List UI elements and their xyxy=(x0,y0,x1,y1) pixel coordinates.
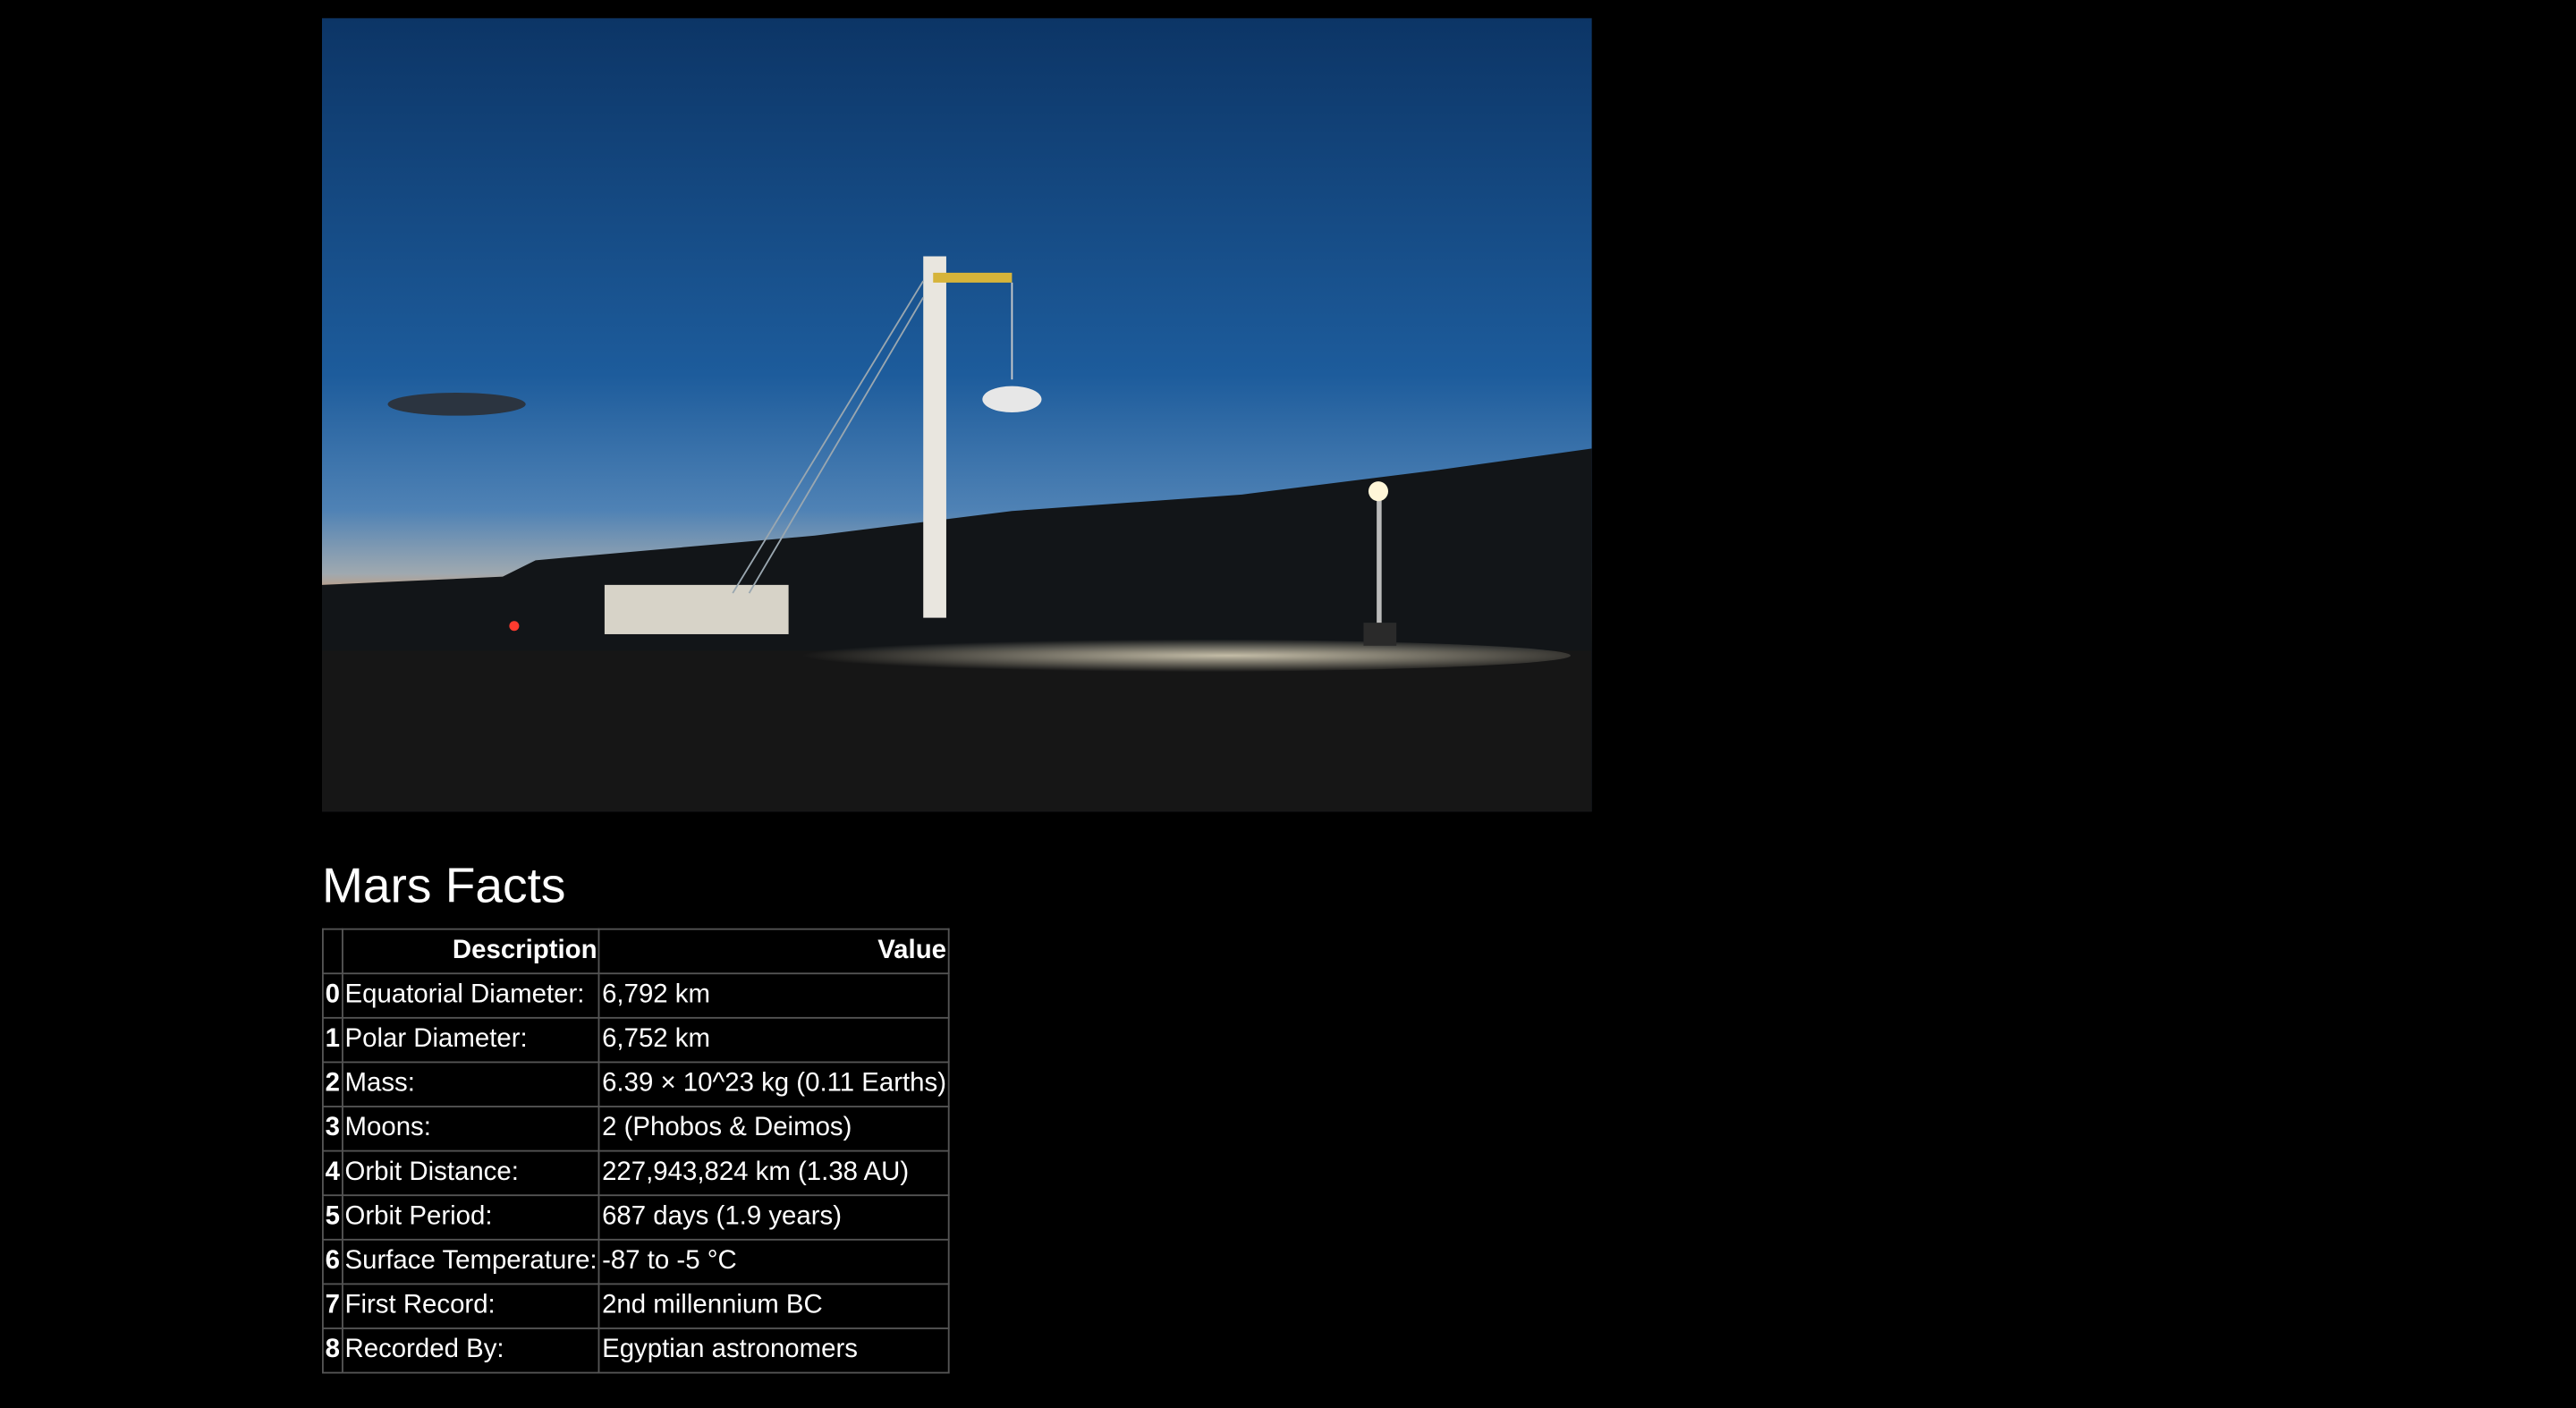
launch-tower-photo-icon xyxy=(321,18,1592,812)
row-value: 227,943,824 km (1.38 AU) xyxy=(598,1149,950,1197)
row-value: 2nd millennium BC xyxy=(598,1283,950,1329)
row-index: 7 xyxy=(322,1283,343,1329)
index-column-header xyxy=(322,928,343,975)
page: Mars Facts Description Value 0 Equatoria… xyxy=(0,0,2576,1408)
row-value: Egyptian astronomers xyxy=(598,1327,950,1374)
table-row: 2 Mass: 6.39 × 10^23 kg (0.11 Earths) xyxy=(322,1061,950,1107)
table-row: 5 Orbit Period: 687 days (1.9 years) xyxy=(322,1194,950,1241)
row-description: Polar Diameter: xyxy=(341,1016,601,1064)
row-index: 0 xyxy=(322,972,343,1019)
row-value: 6.39 × 10^23 kg (0.11 Earths) xyxy=(598,1061,950,1107)
description-column-header: Description xyxy=(341,928,601,975)
row-index: 3 xyxy=(322,1106,343,1152)
table-row: 6 Surface Temperature: -87 to -5 °C xyxy=(322,1238,950,1285)
table-row: 3 Moons: 2 (Phobos & Deimos) xyxy=(322,1106,950,1152)
row-index: 5 xyxy=(322,1194,343,1241)
table-header-row: Description Value xyxy=(322,928,950,975)
row-index: 8 xyxy=(322,1327,343,1374)
table-row: 0 Equatorial Diameter: 6,792 km xyxy=(322,972,950,1019)
row-description: Equatorial Diameter: xyxy=(341,972,601,1019)
row-value: 6,752 km xyxy=(598,1016,950,1064)
row-description: Mass: xyxy=(341,1061,601,1107)
table-row: 4 Orbit Distance: 227,943,824 km (1.38 A… xyxy=(322,1149,950,1197)
featured-image xyxy=(321,18,1592,812)
row-value: 687 days (1.9 years) xyxy=(598,1194,950,1241)
row-value: -87 to -5 °C xyxy=(598,1238,950,1285)
row-index: 1 xyxy=(322,1016,343,1064)
row-description: Recorded By: xyxy=(341,1327,601,1374)
mars-facts-heading: Mars Facts xyxy=(321,859,566,914)
table-row: 7 First Record: 2nd millennium BC xyxy=(322,1283,950,1329)
row-index: 6 xyxy=(322,1238,343,1285)
row-value: 2 (Phobos & Deimos) xyxy=(598,1106,950,1152)
row-description: First Record: xyxy=(341,1283,601,1329)
row-value: 6,792 km xyxy=(598,972,950,1019)
row-index: 4 xyxy=(322,1149,343,1197)
row-description: Orbit Period: xyxy=(341,1194,601,1241)
table-row: 1 Polar Diameter: 6,752 km xyxy=(322,1016,950,1064)
row-index: 2 xyxy=(322,1061,343,1107)
row-description: Surface Temperature: xyxy=(341,1238,601,1285)
table-row: 8 Recorded By: Egyptian astronomers xyxy=(322,1327,950,1374)
mars-facts-table: Description Value 0 Equatorial Diameter:… xyxy=(322,928,950,1374)
row-description: Moons: xyxy=(341,1106,601,1152)
row-description: Orbit Distance: xyxy=(341,1149,601,1197)
value-column-header: Value xyxy=(598,928,950,975)
